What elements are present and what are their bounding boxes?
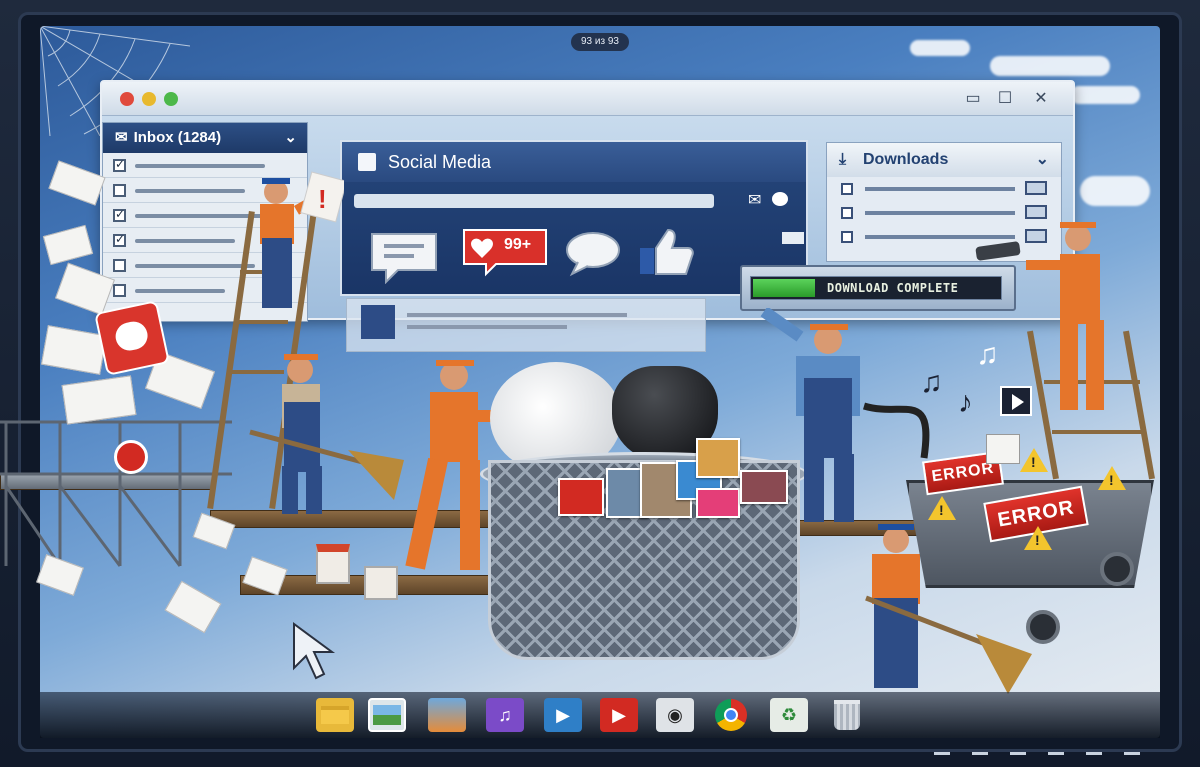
inbox-row-text	[135, 164, 265, 168]
page-counter: 93 из 93	[571, 33, 629, 51]
music-note-icon: ♫	[976, 338, 999, 371]
youtube-icon[interactable]: ▶	[600, 698, 638, 732]
download-status-text: DOWNLOAD COMPLETE	[827, 281, 959, 295]
minimize-dot-button[interactable]	[142, 92, 156, 106]
music-note-icon: ♪	[958, 386, 973, 419]
download-checkbox[interactable]	[841, 231, 853, 243]
comment-bubble-icon	[566, 232, 620, 277]
social-media-header[interactable]: Social Media	[342, 142, 806, 182]
warning-icon	[1020, 448, 1048, 472]
chat-app-icon	[94, 300, 170, 376]
social-media-panel[interactable]: Social Media ✉ 99+	[340, 140, 808, 296]
inbox-checkbox[interactable]	[113, 284, 126, 297]
download-icon: ⤓	[839, 151, 847, 168]
download-row[interactable]	[827, 177, 1061, 201]
heart-card-icon	[558, 478, 604, 516]
scaffold-railing	[0, 420, 232, 567]
mug	[364, 566, 398, 600]
inbox-header[interactable]: ✉ Inbox (1284) ⌄	[103, 123, 307, 153]
recycle-icon[interactable]: ♻	[770, 698, 808, 732]
social-media-icon	[358, 153, 376, 171]
bezel-indicator	[934, 752, 950, 755]
bezel-indicator	[972, 752, 988, 755]
inbox-row-text	[135, 289, 225, 293]
photos-icon[interactable]	[368, 698, 406, 732]
mail-icon: ✉	[115, 129, 128, 146]
chat-bubble-icon	[371, 233, 437, 284]
thumbs-up-icon	[640, 228, 694, 275]
close-icon[interactable]: ✕	[1031, 90, 1051, 108]
download-row-text	[865, 211, 1015, 215]
cloud	[990, 56, 1110, 76]
camera-icon[interactable]: ◉	[656, 698, 694, 732]
file-icon[interactable]	[1025, 205, 1047, 219]
window-titlebar[interactable]: ▭ ☐ ✕	[102, 82, 1073, 116]
bezel-indicator	[1086, 752, 1102, 755]
chevron-down-icon[interactable]: ⌄	[284, 123, 297, 153]
social-media-title: Social Media	[388, 152, 492, 172]
downloads-title: Downloads	[863, 151, 949, 168]
music-note-icon: ♫	[920, 366, 943, 399]
heart-card-icon	[696, 488, 740, 518]
photo-card	[696, 438, 740, 478]
close-dot-button[interactable]	[120, 92, 134, 106]
maximize-dot-button[interactable]	[164, 92, 178, 106]
ladder-rung	[1052, 430, 1142, 434]
file-icon[interactable]	[1025, 181, 1047, 195]
inbox-checkbox[interactable]	[113, 184, 126, 197]
app-icon-circle	[114, 440, 148, 474]
cart-wheel	[1100, 552, 1134, 586]
chevron-down-icon[interactable]: ⌄	[1036, 143, 1049, 177]
worker-on-ladder-left: !	[260, 171, 344, 308]
scrollbar[interactable]	[782, 232, 804, 244]
trash-icon[interactable]	[828, 698, 866, 732]
cloud	[1070, 86, 1140, 104]
inbox-checkbox[interactable]	[113, 157, 126, 172]
inbox-checkbox[interactable]	[113, 207, 126, 222]
chrome-icon[interactable]	[712, 698, 750, 732]
warning-icon	[928, 496, 956, 520]
folder-icon[interactable]	[316, 698, 354, 732]
inbox-checkbox[interactable]	[113, 232, 126, 247]
inbox-title: Inbox (1284)	[133, 129, 222, 146]
document-icon	[986, 434, 1020, 464]
play-icon	[1000, 386, 1032, 416]
notification-count: 99+	[504, 236, 532, 253]
mug	[316, 544, 350, 584]
inbox-checkbox[interactable]	[113, 259, 126, 272]
download-row-text	[865, 187, 1015, 191]
chat-icon[interactable]	[772, 192, 788, 206]
image-viewer-icon[interactable]	[428, 698, 466, 732]
download-progress-track: DOWNLOAD COMPLETE	[750, 276, 1002, 300]
social-search-bar[interactable]	[354, 194, 714, 208]
post-line	[407, 313, 627, 317]
download-checkbox[interactable]	[841, 207, 853, 219]
downloads-header[interactable]: ⤓ Downloads ⌄	[827, 143, 1061, 177]
mail-icon[interactable]: ✉	[748, 190, 761, 210]
music-icon[interactable]: ♫	[486, 698, 524, 732]
bezel-indicator	[1010, 752, 1026, 755]
svg-text:!: !	[318, 184, 327, 214]
post-thumbnail-icon	[361, 305, 395, 339]
cart-wheel	[1026, 610, 1060, 644]
cloud	[1080, 176, 1150, 206]
download-checkbox[interactable]	[841, 183, 853, 195]
download-progress-fill	[753, 279, 815, 297]
warning-icon	[1024, 526, 1052, 550]
download-complete-bar: DOWNLOAD COMPLETE	[740, 265, 1016, 311]
minimize-icon[interactable]: ▭	[963, 90, 983, 108]
mouse-cursor-icon	[293, 622, 336, 680]
post-line	[407, 325, 567, 329]
worker-on-ladder-right	[1026, 222, 1104, 410]
bezel-indicator	[1124, 752, 1140, 755]
video-player-icon[interactable]: ▶	[544, 698, 582, 732]
download-row-text	[865, 235, 1015, 239]
cloud	[910, 40, 970, 56]
post-card	[346, 298, 706, 352]
warning-icon	[1098, 466, 1126, 490]
bezel-indicator	[1048, 752, 1064, 755]
maximize-icon[interactable]: ☐	[995, 90, 1015, 108]
